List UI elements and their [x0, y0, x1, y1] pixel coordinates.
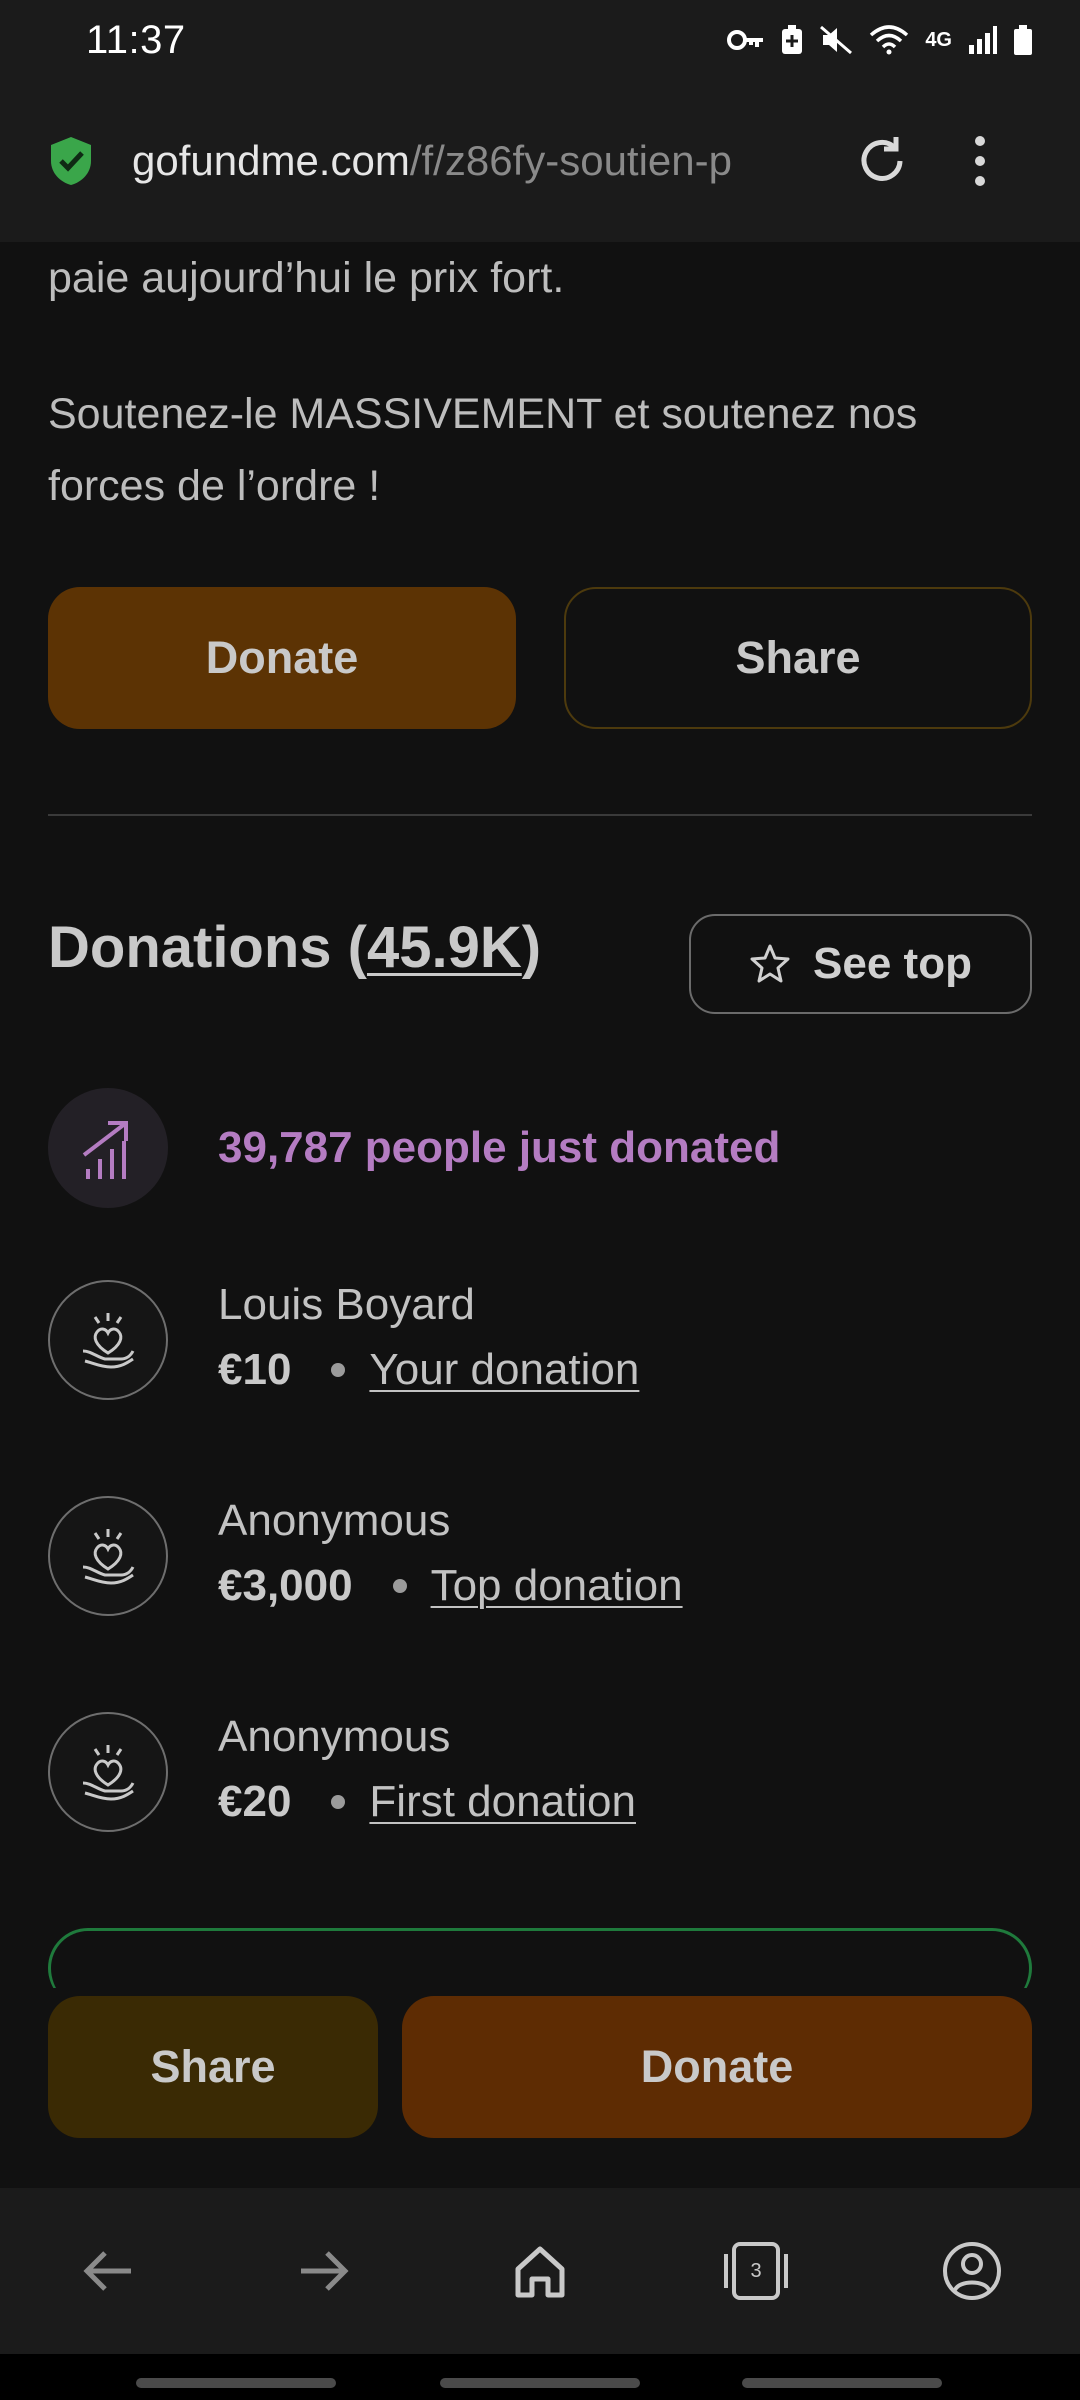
home-icon — [515, 2246, 565, 2298]
donate-button[interactable]: Donate — [402, 1996, 1032, 2138]
donation-trend: 39,787 people just donated — [48, 1088, 1038, 1208]
donations-title-prefix: Donations ( — [48, 915, 367, 980]
status-time: 11:37 — [86, 17, 186, 62]
donor-avatar — [48, 1496, 168, 1616]
donation-amount: €3,000 — [218, 1561, 353, 1610]
forward-arrow-icon — [301, 2251, 349, 2291]
tab-count: 3 — [750, 2259, 762, 2282]
share-button[interactable]: Share — [48, 1996, 378, 2138]
separator-dot — [331, 1795, 346, 1809]
forward-button[interactable] — [279, 2226, 369, 2316]
trending-up-icon — [82, 1121, 128, 1179]
donor-name: Anonymous — [218, 1712, 451, 1761]
donation-tag-link[interactable]: Your donation — [369, 1335, 639, 1405]
browser-nav-bar: 3 — [0, 2188, 1080, 2354]
donations-count-link[interactable]: 45.9K — [367, 915, 522, 980]
donor-avatar — [48, 1712, 168, 1832]
divider — [48, 814, 1032, 816]
page-content: paie aujourd’hui le prix fort. Soutenez-… — [0, 242, 1080, 1988]
next-section-card — [48, 1928, 1032, 1988]
donation-tag-link[interactable]: Top donation — [431, 1551, 683, 1621]
share-button[interactable]: Share — [564, 587, 1032, 729]
battery-icon — [1014, 25, 1032, 55]
system-gesture-bar — [0, 2354, 1080, 2400]
signal-icon — [969, 26, 997, 54]
back-arrow-icon — [83, 2251, 131, 2291]
gesture-handle[interactable] — [136, 2378, 336, 2388]
donations-title: Donations (45.9K) — [48, 914, 541, 981]
heart-hand-icon — [82, 1313, 135, 1369]
status-bar: 11:37 4G — [0, 0, 1080, 80]
star-icon — [750, 944, 790, 983]
donation-amount: €20 — [218, 1777, 292, 1826]
gesture-handle[interactable] — [742, 2378, 942, 2388]
url-domain: gofundme.com — [132, 137, 410, 184]
list-item: Anonymous €20 First donation — [48, 1712, 1038, 1832]
donor-name: Louis Boyard — [218, 1280, 475, 1329]
key-icon — [727, 30, 764, 50]
mute-icon — [820, 25, 853, 55]
donate-button[interactable]: Donate — [48, 587, 516, 729]
network-type: 4G — [925, 28, 952, 51]
shield-icon[interactable] — [48, 135, 94, 187]
wifi-icon — [870, 25, 909, 55]
heart-hand-icon — [82, 1745, 135, 1801]
back-button[interactable] — [63, 2226, 153, 2316]
donations-title-suffix: ) — [521, 915, 542, 980]
description-paragraph: paie aujourd’hui le prix fort. — [48, 254, 565, 302]
see-top-label: See top — [813, 939, 972, 988]
donor-name: Anonymous — [218, 1496, 451, 1545]
list-item: Louis Boyard €10 Your donation — [48, 1280, 1038, 1400]
account-icon — [943, 2242, 1001, 2300]
status-icons: 4G — [727, 25, 1032, 55]
trend-text: 39,787 people just donated — [218, 1123, 781, 1172]
more-vert-icon[interactable] — [970, 131, 990, 191]
url-field[interactable]: gofundme.com/f/z86fy-soutien-p — [132, 137, 822, 185]
separator-dot — [392, 1579, 407, 1593]
description-paragraph: Soutenez-le MASSIVEMENT et soutenez nos … — [48, 390, 918, 510]
battery-saver-icon — [782, 25, 803, 54]
list-item: Anonymous €3,000 Top donation — [48, 1496, 1038, 1616]
account-button[interactable] — [927, 2226, 1017, 2316]
trend-avatar — [48, 1088, 168, 1208]
home-button[interactable] — [495, 2226, 585, 2316]
donor-avatar — [48, 1280, 168, 1400]
reload-icon[interactable] — [852, 131, 912, 191]
url-path: /f/z86fy-soutien-p — [409, 137, 732, 184]
url-bar: gofundme.com/f/z86fy-soutien-p — [0, 80, 1080, 242]
heart-hand-icon — [82, 1529, 135, 1585]
sticky-action-bar: Share Donate — [0, 1988, 1080, 2188]
separator-dot — [331, 1363, 346, 1377]
gesture-handle[interactable] — [440, 2378, 640, 2388]
tabs-button[interactable]: 3 — [711, 2226, 801, 2316]
donation-amount: €10 — [218, 1345, 292, 1394]
donation-tag-link[interactable]: First donation — [369, 1767, 636, 1837]
see-top-button[interactable]: See top — [689, 914, 1032, 1014]
